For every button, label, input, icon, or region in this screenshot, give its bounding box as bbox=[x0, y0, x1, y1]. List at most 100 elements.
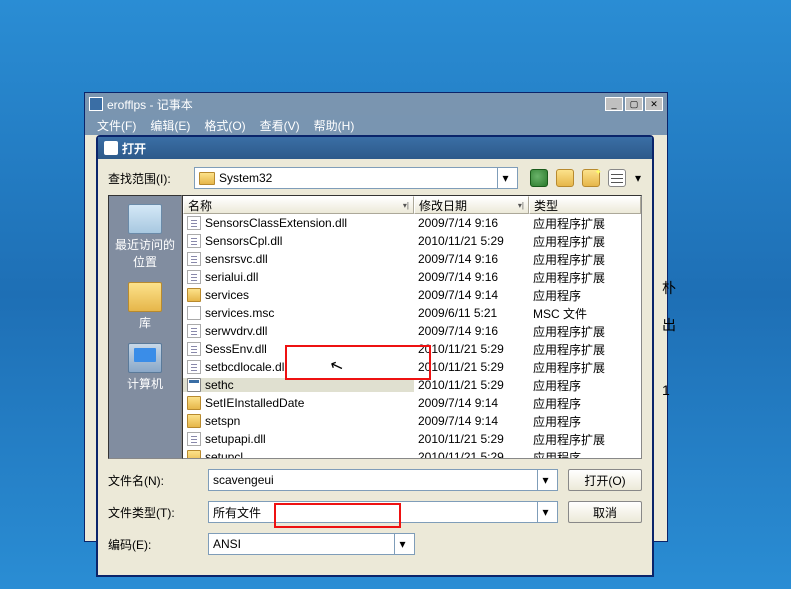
file-name: serwvdrv.dll bbox=[205, 324, 267, 338]
recent-icon bbox=[128, 204, 162, 234]
folder-icon bbox=[199, 172, 215, 185]
place-recent-label: 最近访问的位置 bbox=[111, 236, 179, 270]
file-type: 应用程序 bbox=[533, 377, 581, 394]
encoding-value: ANSI bbox=[213, 537, 241, 551]
file-type: 应用程序扩展 bbox=[533, 251, 605, 268]
file-name: setupcl bbox=[205, 450, 243, 458]
file-name: sensrsvc.dll bbox=[205, 252, 268, 266]
file-row[interactable]: SensorsCpl.dll2010/11/21 5:29应用程序扩展 bbox=[183, 232, 641, 250]
file-row[interactable]: setbcdlocale.dll2010/11/21 5:29应用程序扩展 bbox=[183, 358, 641, 376]
column-headers: 名称▾| 修改日期▾| 类型 bbox=[183, 196, 641, 214]
file-name: serialui.dll bbox=[205, 270, 258, 284]
chevron-down-icon[interactable]: ▾ bbox=[497, 168, 513, 188]
file-type: 应用程序扩展 bbox=[533, 215, 605, 232]
lookin-dropdown[interactable]: System32 ▾ bbox=[194, 167, 518, 189]
chevron-down-icon[interactable]: ▾ bbox=[537, 502, 553, 522]
file-type-icon bbox=[187, 396, 201, 410]
file-name: setbcdlocale.dll bbox=[205, 360, 287, 374]
file-row[interactable]: serialui.dll2009/7/14 9:16应用程序扩展 bbox=[183, 268, 641, 286]
file-name: services bbox=[205, 288, 249, 302]
file-type-icon bbox=[187, 270, 201, 284]
file-type-icon bbox=[187, 324, 201, 338]
file-type-icon bbox=[187, 216, 201, 230]
behind-hint-1: 朴 bbox=[662, 278, 676, 298]
filename-input[interactable]: scavengeui ▾ bbox=[208, 469, 558, 491]
place-computer[interactable]: 计算机 bbox=[111, 339, 179, 398]
menu-help[interactable]: 帮助(H) bbox=[308, 115, 361, 136]
file-name: setupapi.dll bbox=[205, 432, 266, 446]
computer-icon bbox=[128, 343, 162, 373]
chevron-down-icon[interactable]: ▾ bbox=[394, 534, 410, 554]
lookin-value: System32 bbox=[219, 171, 272, 185]
file-row[interactable]: setspn2009/7/14 9:14应用程序 bbox=[183, 412, 641, 430]
file-type-icon bbox=[187, 288, 201, 302]
behind-hint-2: 出 bbox=[662, 315, 676, 335]
file-type: 应用程序扩展 bbox=[533, 341, 605, 358]
place-library[interactable]: 库 bbox=[111, 278, 179, 337]
filetype-value: 所有文件 bbox=[213, 504, 261, 521]
file-type-icon bbox=[187, 342, 201, 356]
file-row[interactable]: SessEnv.dll2010/11/21 5:29应用程序扩展 bbox=[183, 340, 641, 358]
close-button[interactable]: ✕ bbox=[645, 97, 663, 111]
dialog-icon bbox=[104, 141, 118, 155]
menu-format[interactable]: 格式(O) bbox=[198, 115, 251, 136]
column-name[interactable]: 名称▾| bbox=[183, 196, 414, 214]
open-file-dialog: 打开 查找范围(I): System32 ▾ ▾ 最近访问的位置 bbox=[96, 135, 654, 577]
dialog-titlebar[interactable]: 打开 bbox=[98, 137, 652, 159]
file-date: 2009/7/14 9:16 bbox=[418, 216, 498, 230]
file-row[interactable]: setupapi.dll2010/11/21 5:29应用程序扩展 bbox=[183, 430, 641, 448]
new-folder-icon[interactable] bbox=[582, 169, 600, 187]
file-name: sethc bbox=[205, 378, 234, 392]
chevron-down-icon[interactable]: ▾ bbox=[537, 470, 553, 490]
filetype-label: 文件类型(T): bbox=[108, 504, 198, 521]
back-icon[interactable] bbox=[530, 169, 548, 187]
open-button[interactable]: 打开(O) bbox=[568, 469, 642, 491]
encoding-label: 编码(E): bbox=[108, 536, 198, 553]
menu-file[interactable]: 文件(F) bbox=[91, 115, 142, 136]
file-type-icon bbox=[187, 432, 201, 446]
file-list-panel: 名称▾| 修改日期▾| 类型 SensorsClassExtension.dll… bbox=[182, 195, 642, 459]
filetype-dropdown[interactable]: 所有文件 ▾ bbox=[208, 501, 558, 523]
place-recent[interactable]: 最近访问的位置 bbox=[111, 200, 179, 276]
file-date: 2009/7/14 9:14 bbox=[418, 396, 498, 410]
file-row[interactable]: sensrsvc.dll2009/7/14 9:16应用程序扩展 bbox=[183, 250, 641, 268]
column-date[interactable]: 修改日期▾| bbox=[414, 196, 529, 214]
file-type: MSC 文件 bbox=[533, 305, 587, 322]
file-type: 应用程序 bbox=[533, 287, 581, 304]
file-type-icon bbox=[187, 234, 201, 248]
file-type-icon bbox=[187, 414, 201, 428]
cancel-button[interactable]: 取消 bbox=[568, 501, 642, 523]
view-menu-icon[interactable] bbox=[608, 169, 626, 187]
place-library-label: 库 bbox=[139, 314, 151, 331]
file-row[interactable]: serwvdrv.dll2009/7/14 9:16应用程序扩展 bbox=[183, 322, 641, 340]
file-row[interactable]: SensorsClassExtension.dll 2009/7/14 9:16 应… bbox=[183, 214, 641, 232]
menu-view[interactable]: 查看(V) bbox=[254, 115, 306, 136]
file-list[interactable]: SensorsClassExtension.dll 2009/7/14 9:16 应… bbox=[183, 214, 641, 458]
up-one-level-icon[interactable] bbox=[556, 169, 574, 187]
file-type-icon bbox=[187, 378, 201, 392]
file-name: SensorsCpl.dll bbox=[205, 234, 282, 248]
file-name: setspn bbox=[205, 414, 240, 428]
notepad-titlebar[interactable]: erofflps - 记事本 _ ▢ ✕ bbox=[85, 93, 667, 115]
minimize-button[interactable]: _ bbox=[605, 97, 623, 111]
file-type-icon bbox=[187, 252, 201, 266]
file-row[interactable]: services.msc2009/6/11 5:21MSC 文件 bbox=[183, 304, 641, 322]
maximize-button[interactable]: ▢ bbox=[625, 97, 643, 111]
file-date: 2010/11/21 5:29 bbox=[418, 342, 504, 356]
file-row[interactable]: setupcl2010/11/21 5:29应用程序 bbox=[183, 448, 641, 458]
file-row[interactable]: SetIEInstalledDate2009/7/14 9:14应用程序 bbox=[183, 394, 641, 412]
column-type[interactable]: 类型 bbox=[529, 196, 641, 214]
file-type-icon bbox=[187, 450, 201, 458]
view-dropdown-icon[interactable]: ▾ bbox=[634, 169, 642, 187]
file-row[interactable]: sethc 2010/11/21 5:29 应用程序 bbox=[183, 376, 641, 394]
file-row[interactable]: services2009/7/14 9:14应用程序 bbox=[183, 286, 641, 304]
file-name: SensorsClassExtension.dll bbox=[205, 216, 347, 230]
menu-edit[interactable]: 编辑(E) bbox=[144, 115, 196, 136]
file-type: 应用程序 bbox=[533, 449, 581, 459]
library-icon bbox=[128, 282, 162, 312]
encoding-dropdown[interactable]: ANSI ▾ bbox=[208, 533, 415, 555]
file-date: 2010/11/21 5:29 bbox=[418, 378, 504, 392]
notepad-menubar: 文件(F) 编辑(E) 格式(O) 查看(V) 帮助(H) bbox=[85, 115, 667, 135]
file-type-icon bbox=[187, 306, 201, 320]
file-type: 应用程序 bbox=[533, 395, 581, 412]
